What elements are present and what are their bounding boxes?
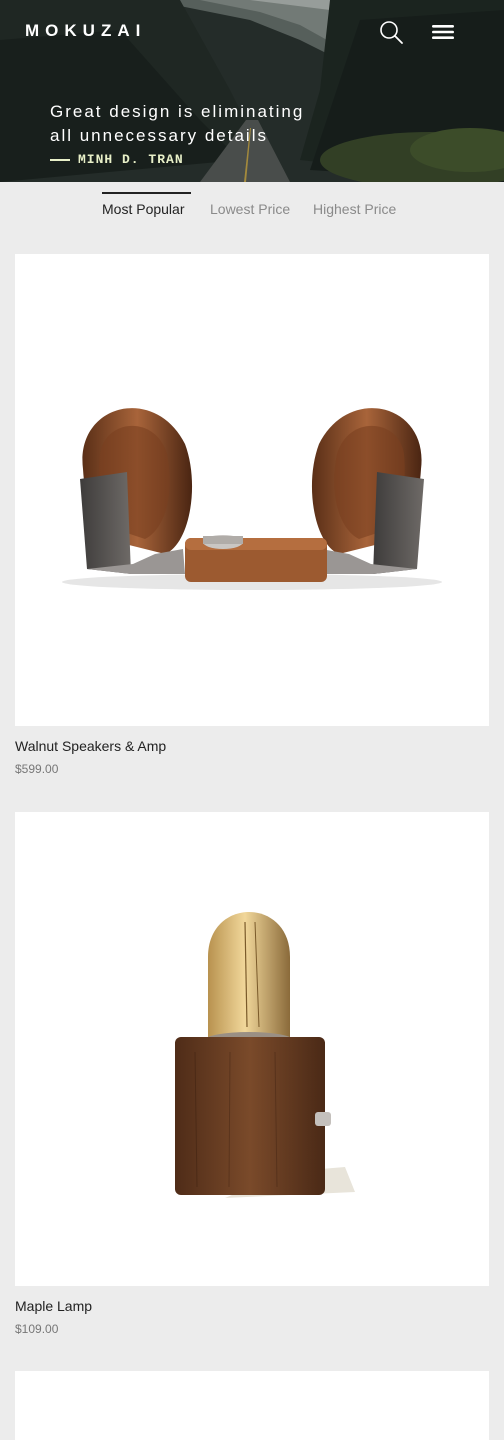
product-name[interactable]: Maple Lamp — [15, 1298, 92, 1314]
search-icon[interactable] — [378, 19, 404, 45]
product-image-maple-lamp[interactable] — [15, 812, 489, 1286]
tab-lowest-price[interactable]: Lowest Price — [210, 192, 296, 224]
product-image-walnut-speakers[interactable] — [15, 254, 489, 726]
product-price: $109.00 — [15, 1322, 59, 1336]
tab-highest-price[interactable]: Highest Price — [313, 192, 405, 224]
sort-tabs: Most Popular Lowest Price Highest Price — [0, 192, 504, 228]
product-card[interactable] — [15, 1371, 489, 1440]
quote-line: Great design is eliminating — [50, 102, 305, 121]
product-name[interactable]: Walnut Speakers & Amp — [15, 738, 166, 754]
author-dash — [50, 158, 70, 161]
brand-logo[interactable]: MOKUZAI — [25, 21, 146, 41]
quote-author: MINH D. TRAN — [50, 152, 184, 167]
product-price: $599.00 — [15, 762, 59, 776]
hero-banner: MOKUZAI Great design is eliminating all … — [0, 0, 504, 182]
quote-line: all unnecessary details — [50, 126, 268, 145]
hero-quote: Great design is eliminating all unnecess… — [50, 100, 304, 148]
hamburger-menu-icon[interactable] — [431, 22, 455, 42]
author-name: MINH D. TRAN — [78, 152, 184, 167]
tab-most-popular[interactable]: Most Popular — [102, 192, 191, 224]
